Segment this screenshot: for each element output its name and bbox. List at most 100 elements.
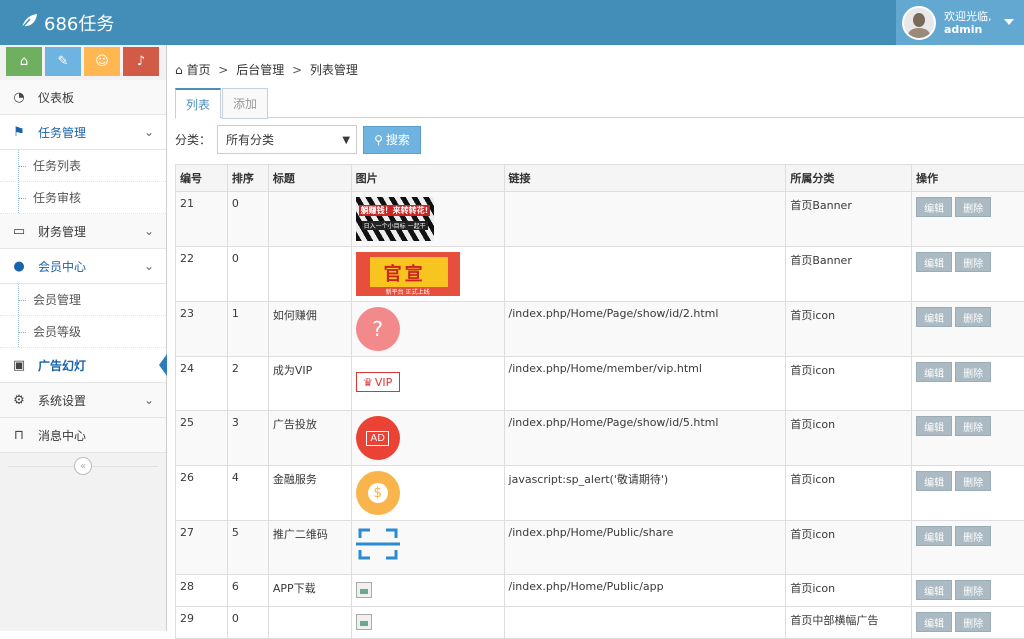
cell-order: 0 (227, 607, 268, 639)
edit-button[interactable]: 编辑 (916, 471, 952, 491)
cell-ops: 编辑删除 (912, 607, 1024, 639)
gear-icon: ⚙ (10, 393, 28, 408)
edit-button[interactable]: 编辑 (916, 197, 952, 217)
edit-button[interactable]: 编辑 (916, 526, 952, 546)
cell-id: 27 (176, 521, 228, 575)
delete-button[interactable]: 删除 (955, 526, 991, 546)
table-row: 242成为VIP♛VIP/index.php/Home/member/vip.h… (176, 357, 1024, 411)
sidebar-item-messages[interactable]: ⊓ 消息中心 (0, 418, 166, 453)
delete-button[interactable]: 删除 (955, 362, 991, 382)
users-shortcut-button[interactable]: ☺ (84, 47, 120, 76)
chevron-down-icon: ⌄ (144, 259, 154, 273)
delete-button[interactable]: 删除 (955, 416, 991, 436)
cell-ops: 编辑删除 (912, 192, 1024, 247)
tab-add[interactable]: 添加 (222, 88, 268, 119)
broken-image-icon (356, 614, 372, 630)
sidebar-item-dashboard[interactable]: ◔ 仪表板 (0, 80, 166, 115)
user-menu[interactable]: 欢迎光临, admin (896, 0, 1024, 45)
breadcrumb-admin[interactable]: 后台管理 (236, 63, 284, 77)
sidebar-item-label: 任务管理 (38, 124, 86, 141)
cell-title (268, 247, 351, 302)
home-icon: ⌂ (175, 63, 183, 77)
sidebar-item-label: 系统设置 (38, 392, 86, 409)
cell-ops: 编辑删除 (912, 247, 1024, 302)
sidebar-subitem-label: 任务审核 (33, 189, 81, 206)
sidebar-item-finance[interactable]: ▭ 财务管理 ⌄ (0, 214, 166, 249)
delete-button[interactable]: 删除 (955, 471, 991, 491)
edit-button[interactable]: 编辑 (916, 580, 952, 600)
search-button[interactable]: ⚲ 搜索 (363, 126, 421, 154)
cell-category: 首页icon (786, 302, 912, 357)
sidebar-subitem-task-list[interactable]: 任务列表 (0, 150, 166, 182)
filter-bar: 分类： 所有分类 ▼ ⚲ 搜索 (175, 125, 421, 154)
chevron-down-icon: ▼ (342, 135, 350, 146)
dashboard-icon: ◔ (10, 90, 28, 105)
edit-button[interactable]: 编辑 (916, 362, 952, 382)
cell-link: /index.php/Home/Public/app (504, 575, 786, 607)
leaf-icon (20, 13, 38, 34)
edit-button[interactable]: 编辑 (916, 416, 952, 436)
cell-title: 广告投放 (268, 411, 351, 466)
delete-button[interactable]: 删除 (955, 197, 991, 217)
ads-table: 编号 排序 标题 图片 链接 所属分类 操作 210躺赚钱！来转转花!日入一个小… (175, 164, 1024, 639)
cell-id: 25 (176, 411, 228, 466)
column-header-title: 标题 (268, 165, 351, 192)
sidebar-item-settings[interactable]: ⚙ 系统设置 ⌄ (0, 383, 166, 418)
drive-icon: ▭ (10, 224, 28, 239)
users-icon: ☺ (95, 54, 109, 69)
sidebar-item-ads[interactable]: ▣ 广告幻灯 (0, 348, 166, 383)
sidebar-item-task-management[interactable]: ⚑ 任务管理 ⌄ (0, 115, 166, 150)
picture-icon: ▣ (10, 358, 28, 373)
home-shortcut-button[interactable]: ⌂ (6, 47, 42, 76)
sidebar-item-member-center[interactable]: ● 会员中心 ⌄ (0, 249, 166, 284)
ad-icon: AD (356, 416, 400, 460)
sidebar-item-label: 会员中心 (38, 258, 86, 275)
breadcrumb-home[interactable]: 首页 (186, 63, 210, 77)
edit-button[interactable]: 编辑 (916, 252, 952, 272)
cell-link (504, 247, 786, 302)
edit-button[interactable]: 编辑 (916, 307, 952, 327)
tab-list[interactable]: 列表 (175, 88, 221, 119)
qr-scan-icon (356, 526, 500, 565)
cell-id: 26 (176, 466, 228, 521)
delete-button[interactable]: 删除 (955, 307, 991, 327)
cell-order: 0 (227, 247, 268, 302)
brand[interactable]: 686任务 (20, 10, 114, 36)
delete-button[interactable]: 删除 (955, 580, 991, 600)
cell-ops: 编辑删除 (912, 357, 1024, 411)
cell-link (504, 192, 786, 247)
edit-shortcut-button[interactable]: ✎ (45, 47, 81, 76)
cell-image: 躺赚钱！来转转花!日入一个小目标 一起干 (351, 192, 504, 247)
delete-button[interactable]: 删除 (955, 612, 991, 632)
sidebar-subitem-member-management[interactable]: 会员管理 (0, 284, 166, 316)
breadcrumb-current: 列表管理 (310, 63, 358, 77)
cell-link: /index.php/Home/Page/show/id/5.html (504, 411, 786, 466)
cell-order: 1 (227, 302, 268, 357)
chevron-down-icon: ⌄ (144, 125, 154, 139)
cell-ops: 编辑删除 (912, 575, 1024, 607)
chevron-down-icon: ⌄ (144, 224, 154, 238)
sidebar-item-label: 仪表板 (38, 89, 74, 106)
banner-image: 躺赚钱！来转转花!日入一个小目标 一起干 (356, 197, 434, 241)
vip-icon: ♛VIP (356, 372, 400, 392)
sidebar-subitem-label: 任务列表 (33, 157, 81, 174)
chevron-down-icon: ⌄ (144, 393, 154, 407)
cell-order: 2 (227, 357, 268, 411)
cell-title: 成为VIP (268, 357, 351, 411)
cell-title (268, 192, 351, 247)
cell-image: AD (351, 411, 504, 466)
sidebar-subitem-task-review[interactable]: 任务审核 (0, 182, 166, 214)
cell-ops: 编辑删除 (912, 411, 1024, 466)
pencil-icon: ✎ (58, 54, 69, 69)
delete-button[interactable]: 删除 (955, 252, 991, 272)
bell-shortcut-button[interactable]: ♪ (123, 47, 159, 76)
sidebar-item-label: 消息中心 (38, 427, 86, 444)
cell-title: APP下载 (268, 575, 351, 607)
edit-button[interactable]: 编辑 (916, 612, 952, 632)
collapse-sidebar-button[interactable]: « (74, 457, 92, 475)
breadcrumb-separator: > (218, 63, 228, 77)
sidebar-subitem-label: 会员管理 (33, 291, 81, 308)
sidebar-subitem-member-level[interactable]: 会员等级 (0, 316, 166, 348)
category-select[interactable]: 所有分类 ▼ (217, 125, 357, 154)
column-header-ops: 操作 (912, 165, 1024, 192)
